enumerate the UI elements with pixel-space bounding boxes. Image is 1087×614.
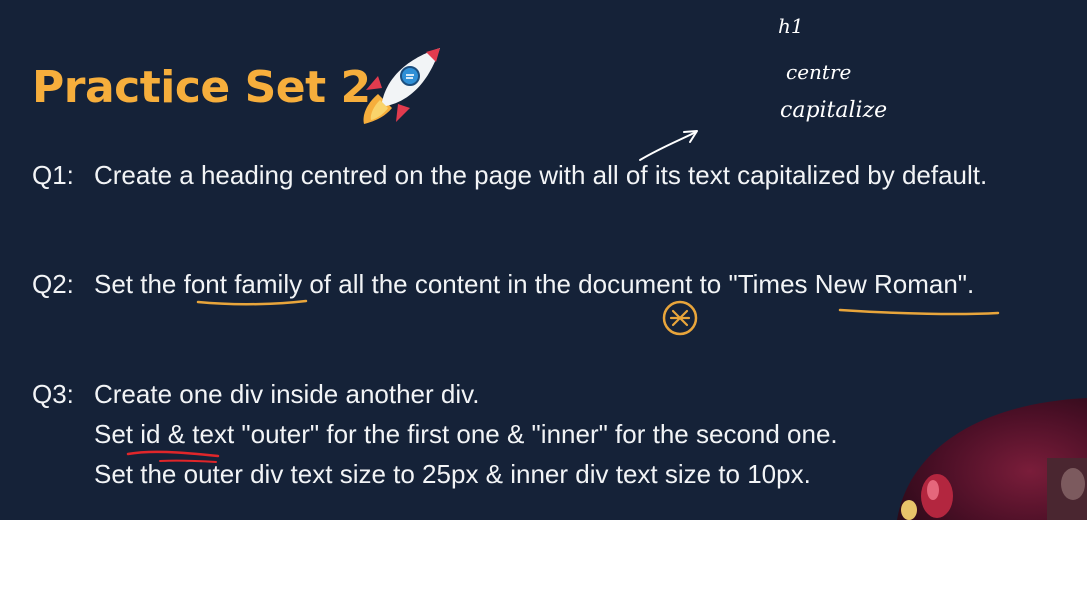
- handwritten-note-capitalize: capitalize: [780, 98, 888, 123]
- question-3: Q3: Create one div inside another div.: [32, 379, 479, 410]
- handwritten-note-h1: h1: [778, 14, 804, 38]
- slide-title: Practice Set 2: [32, 62, 371, 113]
- question-3-number: Q3:: [32, 379, 74, 409]
- underline-font-family: [196, 299, 308, 306]
- asterisk-circle-icon: [662, 300, 698, 336]
- question-1: Q1: Create a heading centred on the page …: [32, 160, 987, 191]
- question-2-number: Q2:: [32, 269, 74, 299]
- question-2-text: Set the font family of all the content i…: [94, 269, 975, 299]
- question-3-line-1: Create one div inside another div.: [94, 379, 480, 409]
- question-3-line-2: Set id & text "outer" for the first one …: [94, 419, 838, 449]
- slide: Practice Set 2 Q1: Create a heading centr…: [0, 0, 1087, 520]
- presenter-video: [897, 398, 1087, 520]
- question-1-number: Q1:: [32, 160, 74, 190]
- underline-times-new-roman: [838, 308, 1000, 316]
- underline-id-text: [126, 450, 220, 458]
- rocket-icon: [363, 48, 440, 124]
- question-1-text: Create a heading centred on the page wit…: [94, 160, 988, 190]
- handwritten-note-centre: centre: [786, 60, 852, 84]
- question-2: Q2: Set the font family of all the conten…: [32, 269, 974, 300]
- arrow-icon: [639, 130, 698, 161]
- question-3-line-3: Set the outer div text size to 25px & in…: [94, 459, 811, 489]
